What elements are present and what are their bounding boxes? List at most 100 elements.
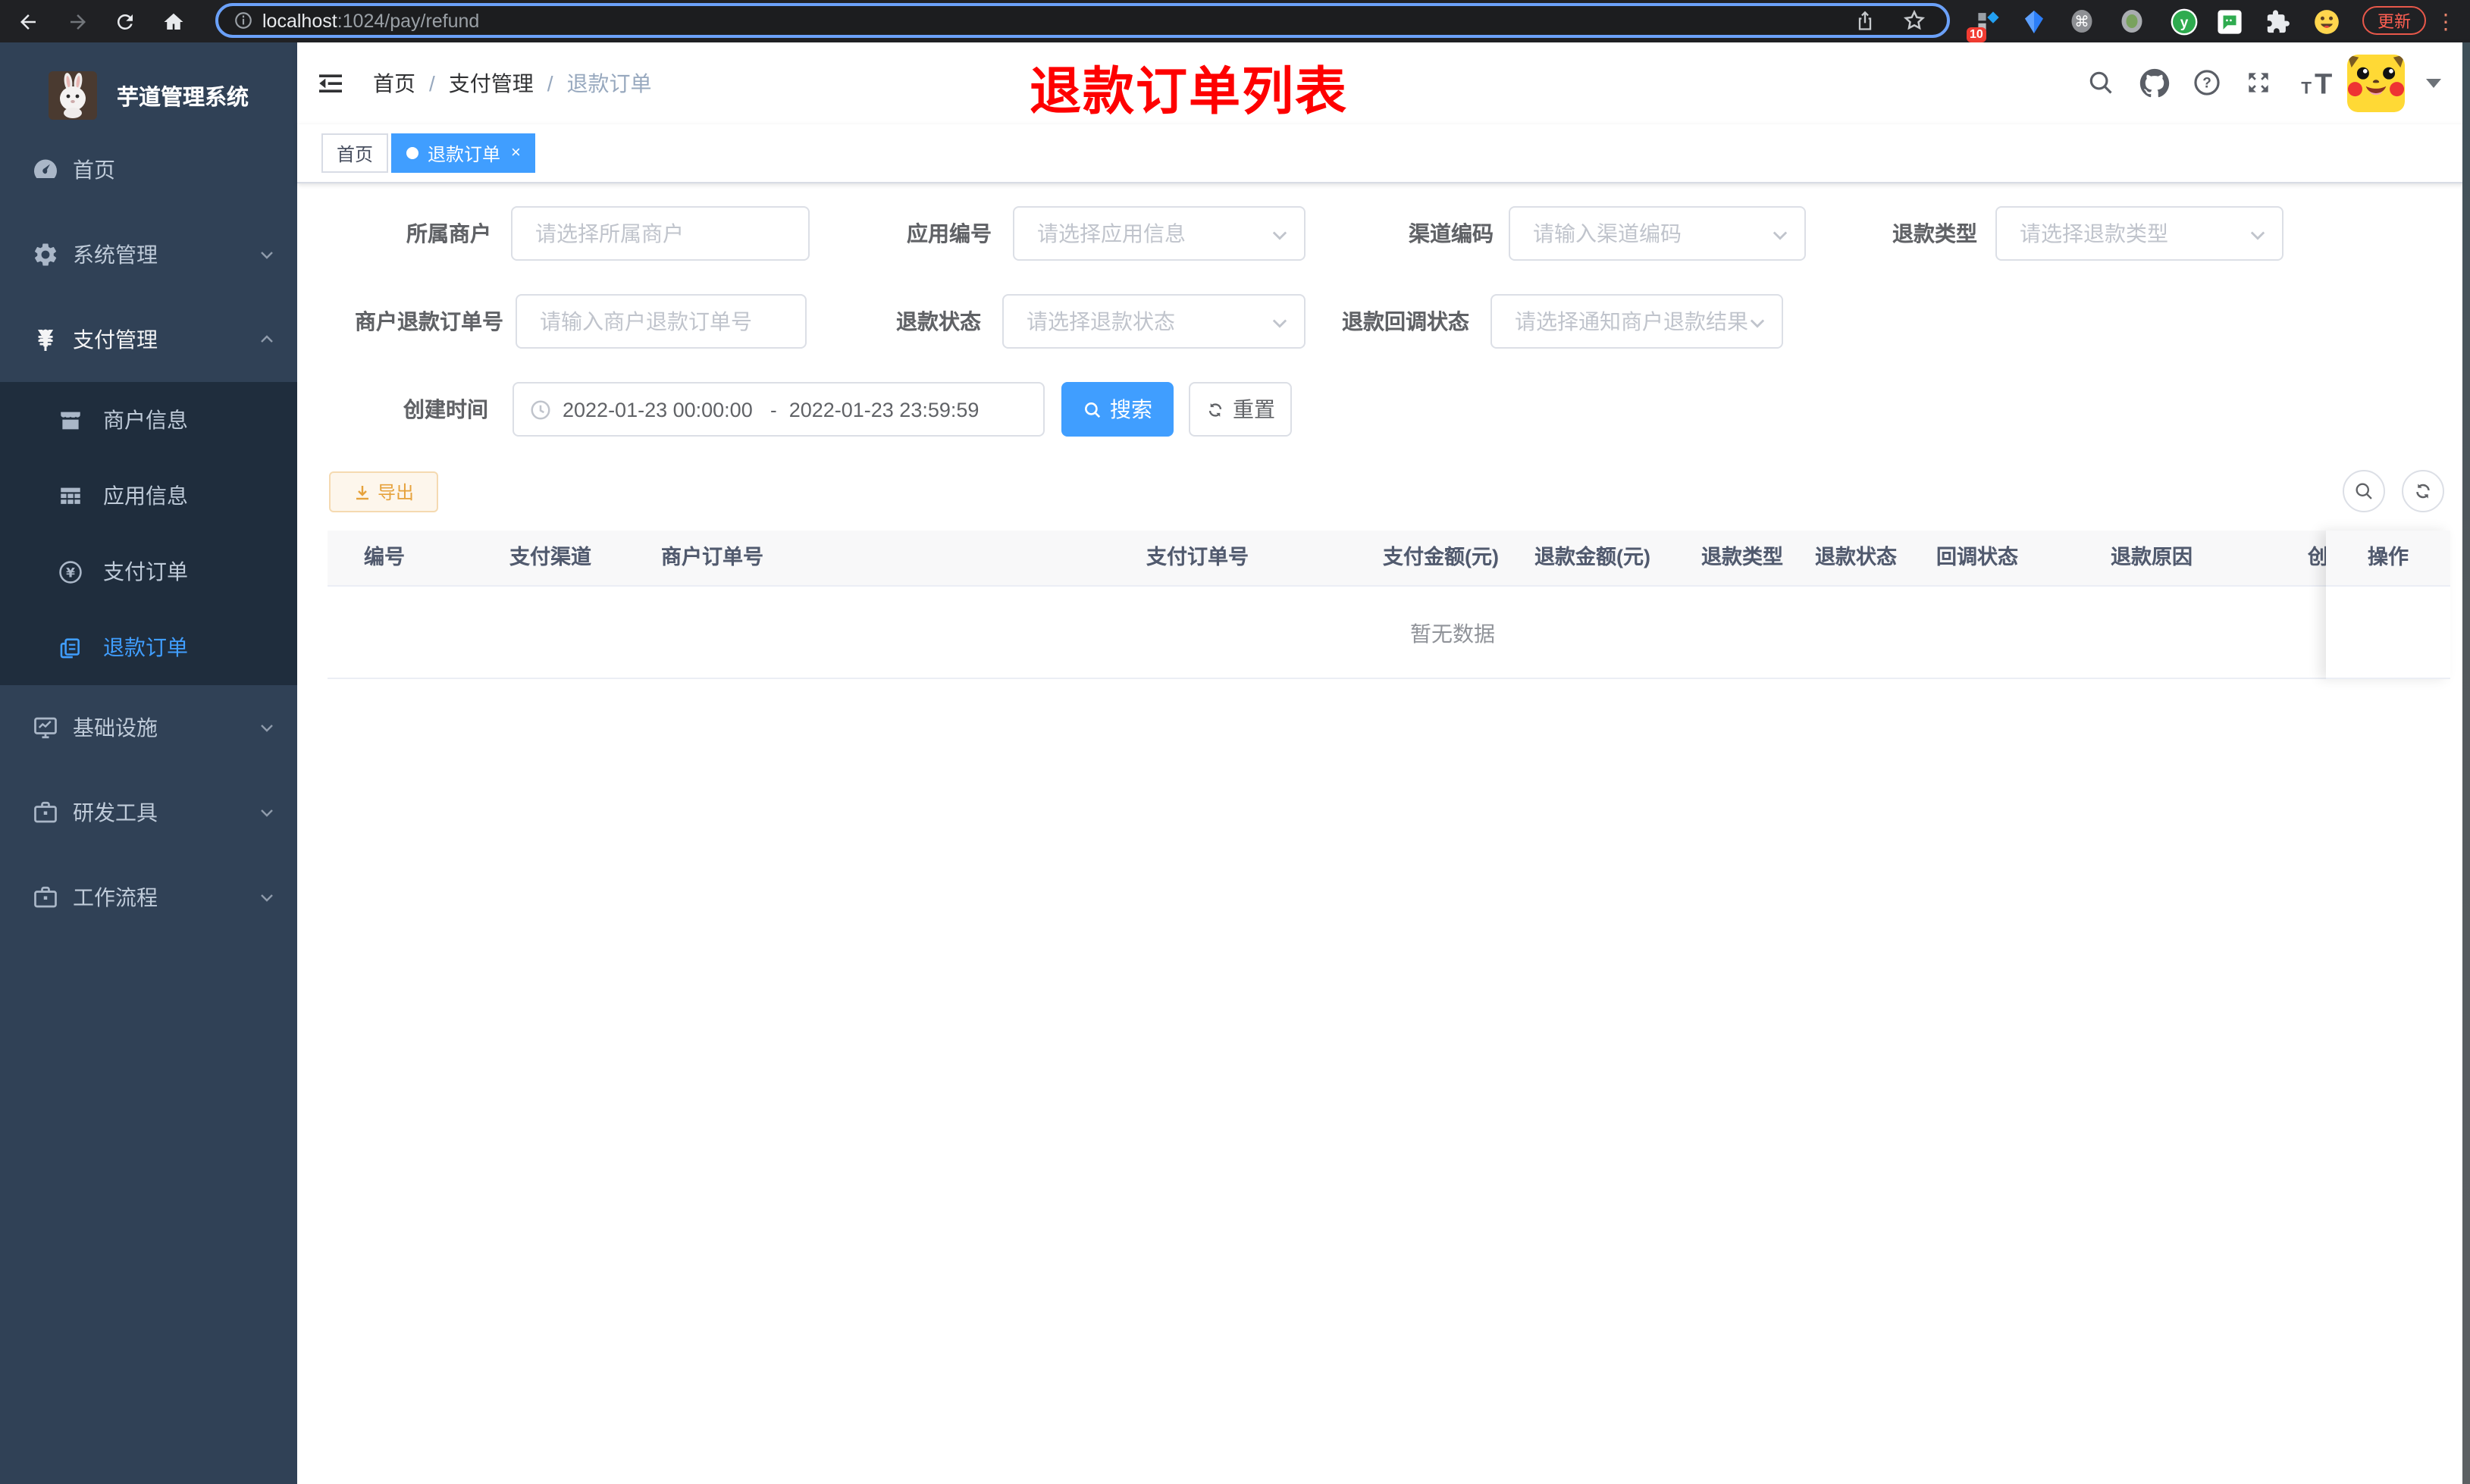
column-header-callback-status: 回调状态 [1936,546,2018,568]
filter-label-refund-status: 退款状态 [896,309,981,333]
extension-y-icon[interactable]: y [2168,6,2199,36]
filter-label-merchant-refund-no: 商户退款订单号 [355,309,503,333]
app-logo [49,71,97,120]
active-dot-icon [406,147,418,159]
column-header-refund-amount: 退款金额(元) [1534,546,1650,568]
tag-refund-order[interactable]: 退款订单 × [391,133,536,173]
rabbit-logo-icon [49,71,97,120]
tag-home[interactable]: 首页 [321,133,389,173]
sidebar-item-pay-order[interactable]: ¥ 支付订单 [0,534,297,609]
select-placeholder: 请输入渠道编码 [1533,221,1682,246]
sidebar-item-refund-order[interactable]: 退款订单 [0,609,297,685]
breadcrumb-separator: / [547,71,553,95]
back-icon [20,14,35,29]
browser-update-button[interactable]: 更新 [2362,6,2426,35]
sidebar-item-infra[interactable]: 基础设施 [0,685,297,770]
browser-reload-button[interactable] [103,0,146,42]
user-avatar[interactable] [2347,55,2405,112]
refresh-icon [2416,484,2430,499]
extension-recorder-icon[interactable] [2117,6,2147,36]
export-button[interactable]: 导出 [329,471,438,512]
chevron-down-icon [261,252,273,259]
date-end-value: 2022-01-23 23:59:59 [788,398,980,421]
breadcrumb: 首页 / 支付管理 / 退款订单 [373,42,652,124]
github-link[interactable] [2139,68,2170,99]
sidebar-item-pay[interactable]: ¥ 支付管理 [0,297,297,382]
sidebar-collapse-button[interactable] [315,68,346,99]
channel-select[interactable]: 请输入渠道编码 [1509,206,1806,261]
bookmark-star-icon[interactable] [1903,9,1926,32]
extension-chat-icon[interactable] [2214,6,2244,36]
extensions-puzzle-icon[interactable] [2262,6,2293,36]
sidebar-item-home[interactable]: 首页 [0,127,297,212]
merchant-refund-no-input[interactable] [516,294,807,349]
sidebar-item-workflow[interactable]: 工作流程 [0,855,297,940]
tags-view-bar: 首页 退款订单 × [297,124,2470,183]
puzzle-icon [2266,9,2289,33]
table-empty-row: 暂无数据 [328,587,2450,679]
font-size-button[interactable]: T T [2297,64,2337,100]
command-icon: ⌘ [2071,10,2092,33]
url-text: localhost:1024/pay/refund [262,10,479,31]
extension-emoji-icon[interactable] [2311,6,2341,36]
clock-icon [531,399,550,419]
url-path: :1024/pay/refund [337,10,480,31]
sidebar-item-label: 研发工具 [73,800,158,825]
chevron-down-icon [1750,319,1765,328]
refund-type-select[interactable]: 请选择退款类型 [1995,206,2283,261]
hamburger-fold-icon [319,74,342,92]
avatar-dropdown-caret[interactable] [2426,79,2441,88]
refresh-table-button[interactable] [2402,470,2444,512]
search-icon [2356,483,2372,499]
app-select[interactable]: 请选择应用信息 [1013,206,1306,261]
fixed-action-column: 操作 [2326,531,2450,679]
share-icon[interactable] [1854,10,1876,31]
breadcrumb-current: 退款订单 [566,71,652,95]
filter-label-refund-type: 退款类型 [1892,221,1977,246]
breadcrumb-home[interactable]: 首页 [373,68,415,99]
svg-text:T: T [2315,68,2332,100]
tag-close-icon[interactable]: × [511,144,521,161]
gray-green-dot-icon [2121,10,2142,33]
sidebar-submenu-pay: 商户信息 应用信息 ¥ 支付订单 退款订单 [0,382,297,685]
question-circle-icon: ? [2194,70,2220,95]
fullscreen-icon [2249,73,2268,92]
browser-back-button[interactable] [6,0,49,42]
help-button[interactable]: ? [2193,68,2223,99]
search-icon [1085,402,1101,418]
extension-kite-icon[interactable] [2018,6,2048,36]
filter-label-app: 应用编号 [907,221,992,246]
column-header-refund-reason: 退款原因 [2111,546,2193,568]
column-header-pay-amount: 支付金额(元) [1383,546,1499,568]
app-logo-row[interactable]: 芋道管理系统 [0,62,297,129]
sidebar: 芋道管理系统 首页 系统管理 ¥ 支付管理 商户信息 应用信息 ¥ 支付订单 退… [0,42,297,1484]
create-time-range-picker[interactable]: 2022-01-23 00:00:00 - 2022-01-23 23:59:5… [512,382,1045,437]
sidebar-item-system[interactable]: 系统管理 [0,212,297,297]
browser-menu-button[interactable]: ⋮ [2435,5,2456,38]
reload-icon [116,13,132,29]
sidebar-item-app-info[interactable]: 应用信息 [0,458,297,534]
merchant-input[interactable] [511,206,810,261]
sidebar-item-devtools[interactable]: 研发工具 [0,770,297,855]
address-bar[interactable]: localhost:1024/pay/refund [215,3,1950,38]
site-info-icon[interactable] [234,11,253,30]
screen: localhost:1024/pay/refund 10 ⌘ y 更新 ⋮ 芋道… [0,0,2470,1484]
sidebar-item-merchant-info[interactable]: 商户信息 [0,382,297,458]
browser-toolbar: localhost:1024/pay/refund 10 ⌘ y 更新 ⋮ [0,0,2470,42]
action-column-empty-cell [2326,587,2450,679]
header-search-button[interactable] [2086,68,2117,99]
select-placeholder: 请选择退款类型 [2020,221,2168,246]
browser-home-button[interactable] [152,0,194,42]
breadcrumb-pay[interactable]: 支付管理 [449,68,534,99]
page-scrollbar[interactable] [2462,42,2470,1484]
browser-forward-button[interactable] [56,0,99,42]
search-button[interactable]: 搜索 [1061,382,1174,437]
reset-button[interactable]: 重置 [1189,382,1292,437]
fullscreen-button[interactable] [2244,68,2274,99]
extension-command-icon[interactable]: ⌘ [2067,6,2097,36]
extension-dict-icon[interactable]: 10 [1967,6,2003,42]
callback-status-select[interactable]: 请选择通知商户退款结果 [1490,294,1783,349]
toggle-search-button[interactable] [2343,470,2385,512]
refund-status-select[interactable]: 请选择退款状态 [1002,294,1306,349]
gear-icon [35,243,57,266]
